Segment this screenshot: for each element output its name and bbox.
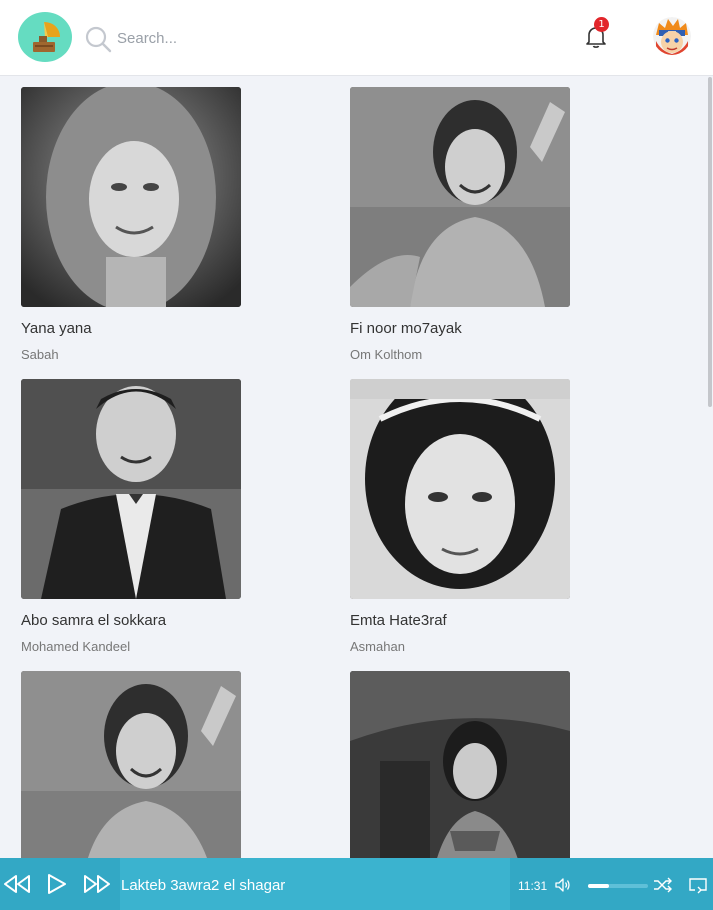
song-card[interactable]: Abo samra el sokkara Mohamed Kandeel — [21, 379, 242, 654]
volume-icon[interactable] — [555, 878, 571, 892]
user-avatar[interactable] — [653, 17, 691, 55]
song-title[interactable]: Emta Hate3raf — [350, 612, 571, 629]
song-title[interactable]: Yana yana — [21, 320, 242, 337]
song-cover-image[interactable] — [350, 87, 570, 307]
gramophone-icon — [33, 22, 60, 52]
song-card[interactable]: Yana yana Sabah — [21, 87, 242, 362]
shuffle-icon[interactable] — [653, 877, 673, 893]
song-cover-image[interactable] — [350, 671, 570, 858]
volume-slider[interactable] — [588, 884, 648, 888]
song-title[interactable]: Abo samra el sokkara — [21, 612, 242, 629]
notification-badge: 1 — [594, 17, 609, 32]
song-artist[interactable]: Mohamed Kandeel — [21, 639, 242, 654]
song-cover-image[interactable] — [350, 379, 570, 599]
track-time: 11:31 — [518, 879, 548, 893]
song-card[interactable]: Emta Hate3raf Asmahan — [350, 379, 571, 654]
song-grid: Yana yana Sabah Fi noor mo7ayak Om Kolth… — [0, 77, 713, 858]
song-card[interactable] — [350, 671, 571, 858]
song-artist[interactable]: Om Kolthom — [350, 347, 571, 362]
song-cover-image[interactable] — [21, 671, 241, 858]
song-cover-image[interactable] — [21, 87, 241, 307]
song-card[interactable] — [21, 671, 242, 858]
song-artist[interactable]: Asmahan — [350, 639, 571, 654]
music-player-bar: Lakteb 3awra2 el shagar 11:31 — [0, 858, 713, 910]
app-logo[interactable] — [18, 12, 72, 62]
scrollbar[interactable] — [707, 77, 713, 858]
scrollbar-thumb[interactable] — [708, 77, 712, 407]
top-bar: 1 — [0, 0, 713, 76]
search-icon — [85, 26, 112, 53]
queue-icon[interactable] — [688, 877, 708, 895]
search-input[interactable] — [117, 26, 317, 50]
volume-level — [588, 884, 609, 888]
song-cover-image[interactable] — [21, 379, 241, 599]
song-artist[interactable]: Sabah — [21, 347, 242, 362]
rewind-icon[interactable] — [3, 873, 31, 895]
now-playing-title: Lakteb 3awra2 el shagar — [121, 877, 286, 894]
play-icon[interactable] — [46, 873, 68, 895]
song-title[interactable]: Fi noor mo7ayak — [350, 320, 571, 337]
song-card[interactable]: Fi noor mo7ayak Om Kolthom — [350, 87, 571, 362]
fast-forward-icon[interactable] — [83, 873, 111, 895]
